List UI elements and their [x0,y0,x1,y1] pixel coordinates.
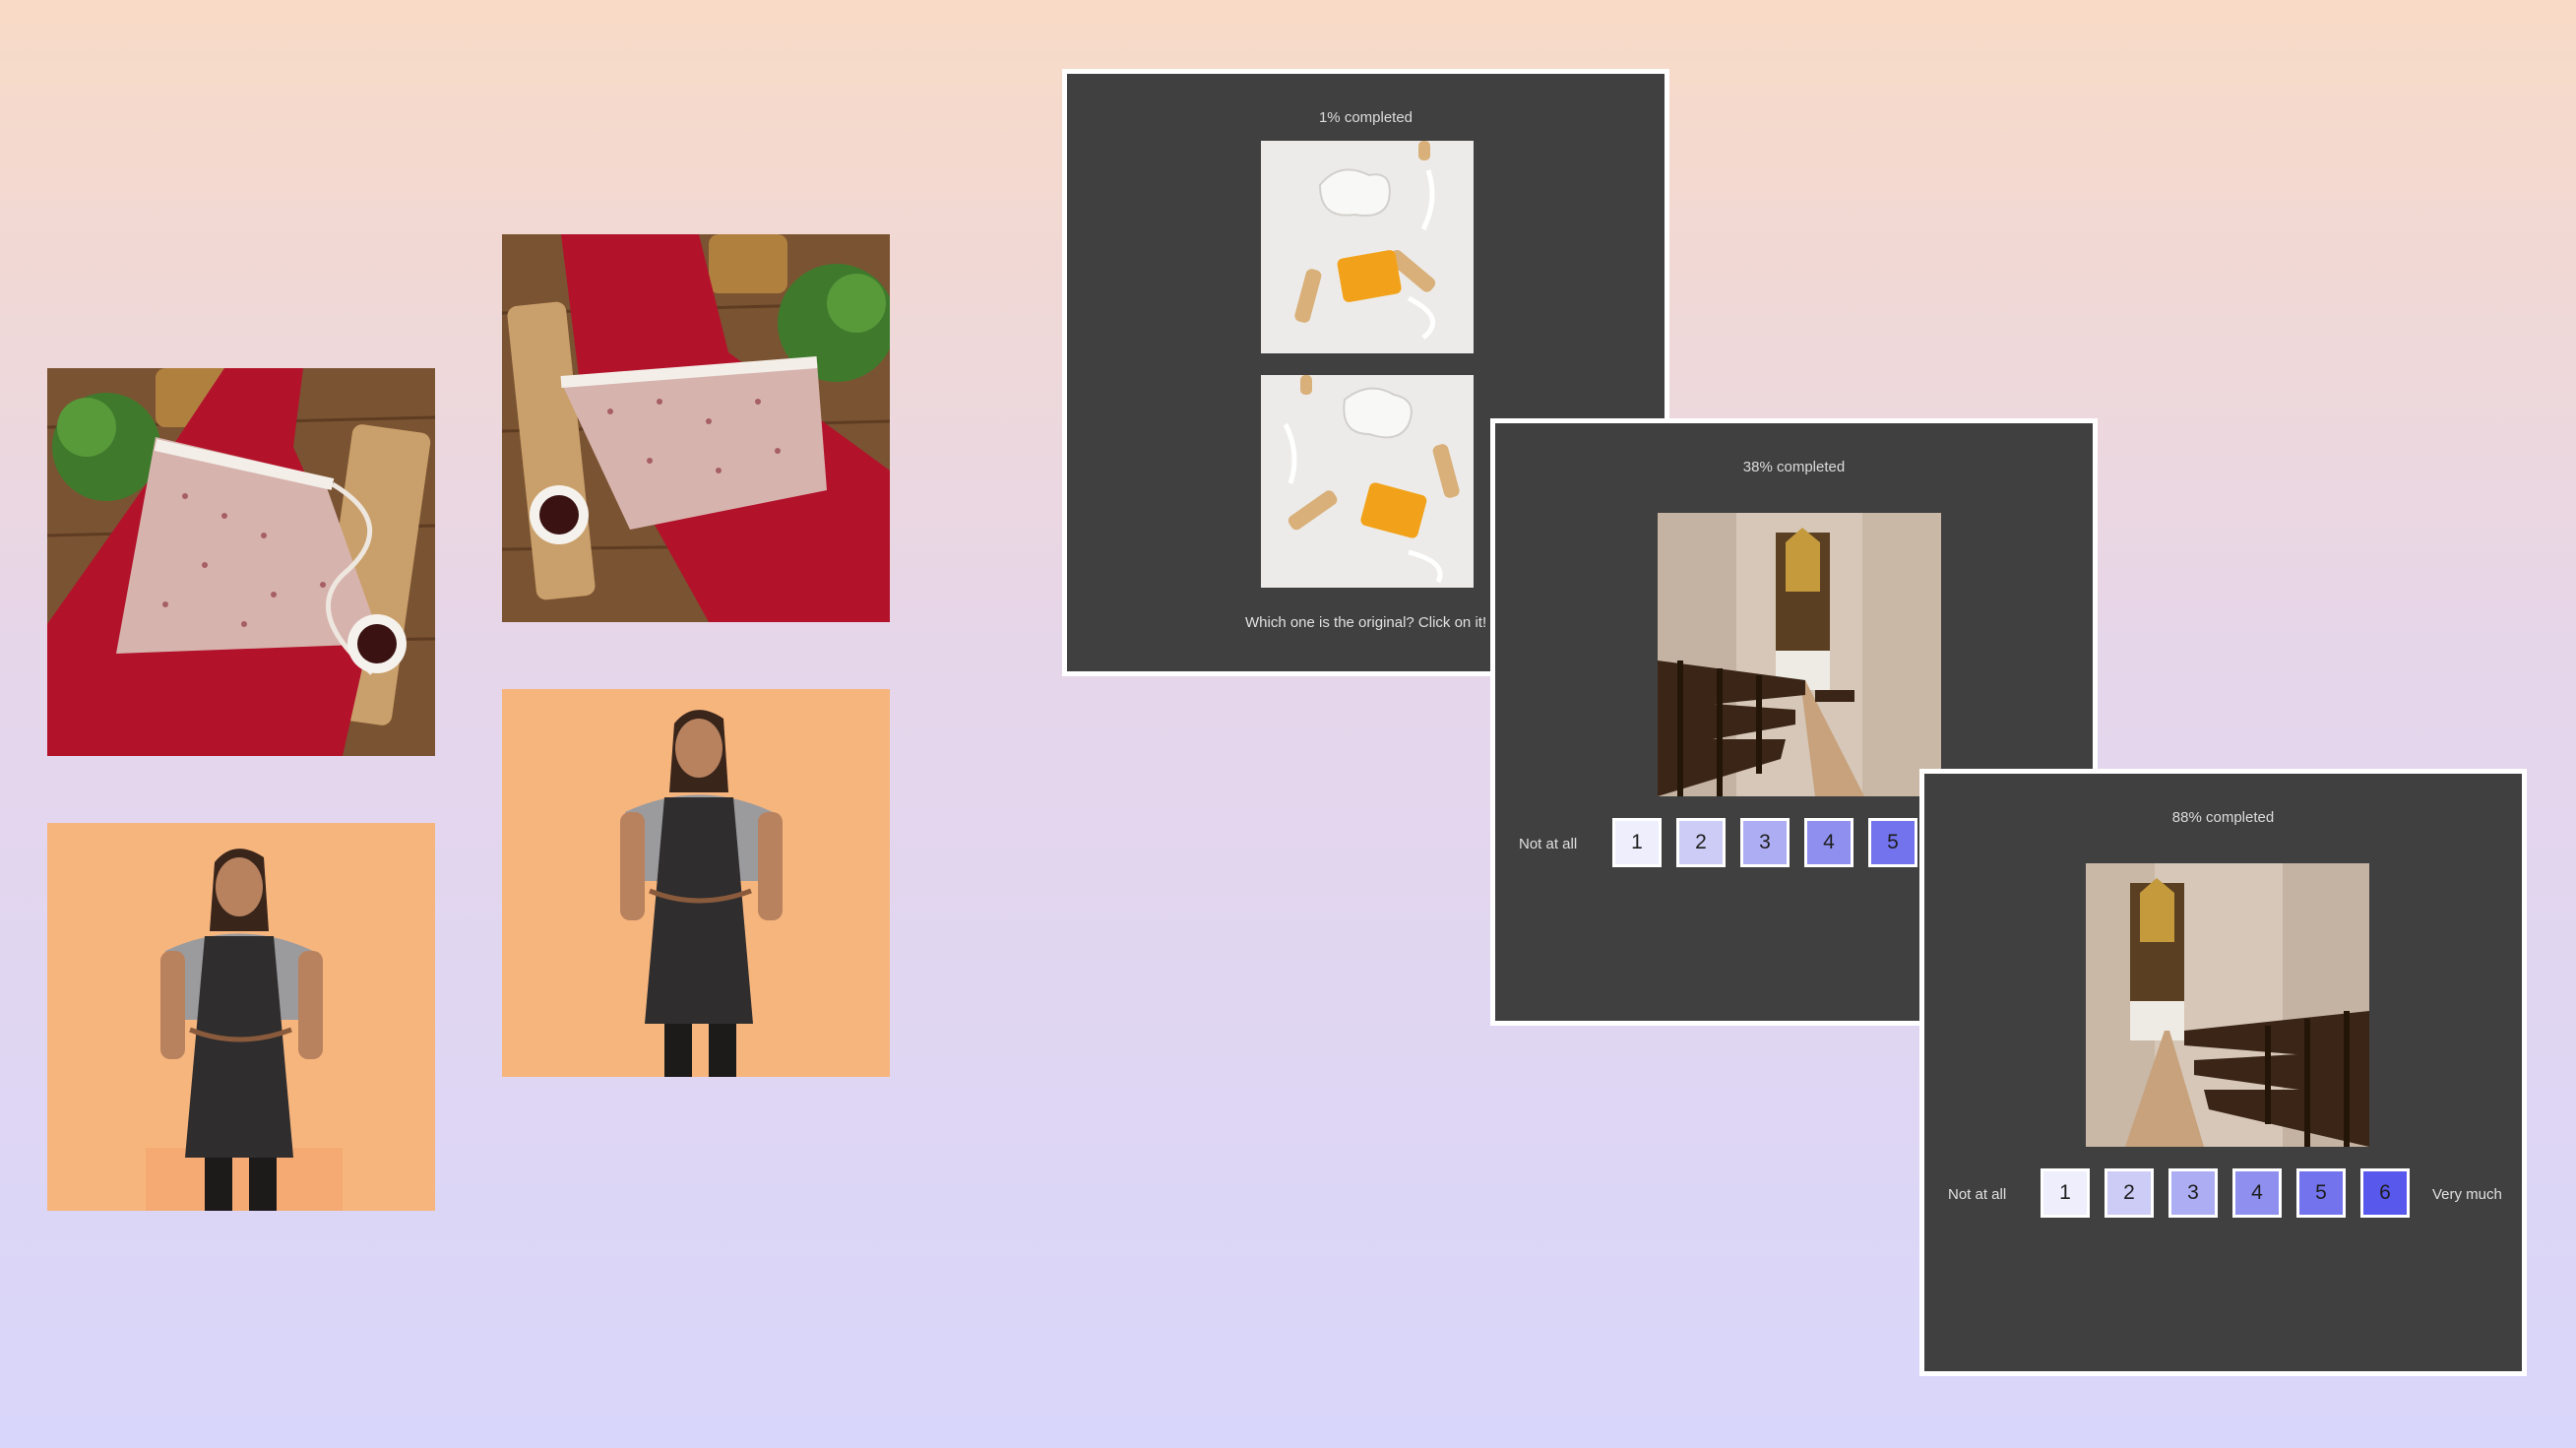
scale-high-label: Very much [2432,1186,2502,1203]
rating-button-4[interactable]: 4 [1804,818,1853,867]
rating-button-5[interactable]: 5 [2296,1168,2346,1218]
choice-image-top[interactable] [1261,141,1474,353]
rating-button-1[interactable]: 1 [2041,1168,2090,1218]
apron-person-photo-b [502,689,890,1077]
scale-low-label: Not at all [1948,1186,2007,1203]
apron-flatlay-photo-b [502,234,890,622]
progress-text: 1% completed [1318,109,1414,126]
rating-button-2[interactable]: 2 [2105,1168,2154,1218]
progress-text: 38% completed [1742,459,1846,475]
apron-flatlay-photo-a [47,368,435,756]
rating-button-1[interactable]: 1 [1612,818,1662,867]
scale-low-label: Not at all [1519,836,1578,852]
rating-button-6[interactable]: 6 [2360,1168,2410,1218]
choice-image-bottom[interactable] [1261,375,1474,588]
rating-button-4[interactable]: 4 [2232,1168,2282,1218]
progress-text: 88% completed [2171,809,2275,826]
rating-button-5[interactable]: 5 [1868,818,1917,867]
rating-button-3[interactable]: 3 [1740,818,1790,867]
question-text: Which one is the original? Click on it! [1245,614,1487,631]
church-interior-image [1658,513,1941,796]
experiment-screen-rating-88: 88% completed Not at all 1 2 3 4 5 6 Ver… [1919,769,2527,1376]
rating-button-3[interactable]: 3 [2168,1168,2218,1218]
church-interior-image [2086,863,2369,1147]
rating-button-2[interactable]: 2 [1676,818,1726,867]
apron-person-photo-a [47,823,435,1211]
